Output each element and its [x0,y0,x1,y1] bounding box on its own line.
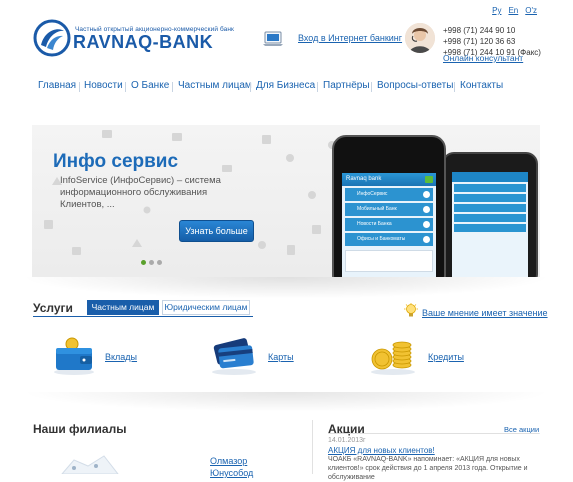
nav-partners[interactable]: Партнёры [323,80,370,91]
branch-list: Олмазор Юнусобод [210,455,253,479]
banner-shadow [20,277,552,299]
nav-news[interactable]: Новости [84,80,123,91]
phone-menu-item: Мобильный Банк [345,203,433,216]
deposits-link[interactable]: Вклады [105,352,137,362]
phone-mockup-front: Ravnaq bank ИнфоСервис Мобильный Банк Но… [332,135,446,277]
lang-en[interactable]: En [508,6,518,15]
banner-title: Инфо сервис [53,151,179,172]
nav-private[interactable]: Частным лицам [178,80,252,91]
cards-link[interactable]: Карты [268,352,294,362]
nav-separator [454,82,455,92]
nav-separator [172,82,173,92]
slide-dot-3[interactable] [157,260,162,265]
promotion-headline-link[interactable]: АКЦИЯ для новых клиентов! [328,446,435,455]
logo-name[interactable]: RAVNAQ-BANK [73,32,213,53]
bank-logo-icon[interactable] [33,19,71,57]
learn-more-button[interactable]: Узнать больше [179,220,254,242]
column-divider [312,420,313,474]
nav-separator [250,82,251,92]
language-switcher: Ру En O'z [492,6,537,15]
lang-ru[interactable]: Ру [492,6,501,15]
nav-home[interactable]: Главная [38,80,76,91]
phone-app-title: Ravnaq bank [346,176,382,182]
feedback-link[interactable]: Ваше мнение имеет значение [422,308,548,318]
banner-dots [141,260,162,265]
map-icon[interactable] [60,452,120,474]
credits-link[interactable]: Кредиты [428,352,464,362]
consultant-photo-icon [405,23,435,53]
promotions-underline [328,433,539,434]
nav-business[interactable]: Для Бизнеса [256,80,315,91]
section-shadow [20,392,552,412]
phone-menu-item: ИнфоСервис [345,188,433,201]
coins-icon[interactable] [368,335,418,375]
phone-menu-item: Новости Банка [345,218,433,231]
phone-menu-item: Офисы и Банкоматы [345,233,433,246]
nav-separator [317,82,318,92]
phone-2: +998 (71) 120 36 63 [443,37,516,46]
phone-1: +998 (71) 244 90 10 [443,26,516,35]
nav-contacts[interactable]: Контакты [460,80,503,91]
promotion-text: ЧОАКБ «RAVNAQ-BANK» напоминает: «АКЦИЯ д… [328,456,528,481]
branch-link[interactable]: Олмазор [210,456,247,466]
nav-about[interactable]: О Банке [131,80,169,91]
lightbulb-icon [404,303,418,317]
branch-link[interactable]: Юнусобод [210,468,253,478]
wallet-icon[interactable] [52,335,96,375]
laptop-icon[interactable] [262,30,284,48]
lang-uz[interactable]: O'z [525,6,537,15]
phone-rates-table [345,250,433,272]
branches-title: Наши филиалы [33,422,127,436]
consultant-avatar[interactable] [405,23,435,53]
nav-separator [371,82,372,92]
phone-back-header [452,172,528,182]
phone-mockup-back [442,152,538,277]
phone-call-icon [425,176,433,183]
online-consultant-link[interactable]: Онлайн консультант [443,53,523,63]
nav-separator [79,82,80,92]
slide-dot-1[interactable] [141,260,146,265]
internet-banking-link[interactable]: Вход в Интернет банкинг [298,33,402,43]
services-title: Услуги [33,301,73,315]
phone-app-header: Ravnaq bank [342,173,436,186]
tab-legal-entities[interactable]: Юридическим лицам [162,300,250,315]
nav-separator [125,82,126,92]
nav-faq[interactable]: Вопросы-ответы [377,80,453,91]
tabs-underline [33,316,253,317]
banner-text: InfoService (ИнфоСервис) – система инфор… [60,175,221,210]
cards-icon[interactable] [210,335,258,375]
main-nav: Главная Новости О Банке Частным лицам Дл… [0,80,573,96]
promotion-date: 14.01.2013г [328,437,366,444]
slide-dot-2[interactable] [149,260,154,265]
tab-private-persons[interactable]: Частным лицам [87,300,159,315]
